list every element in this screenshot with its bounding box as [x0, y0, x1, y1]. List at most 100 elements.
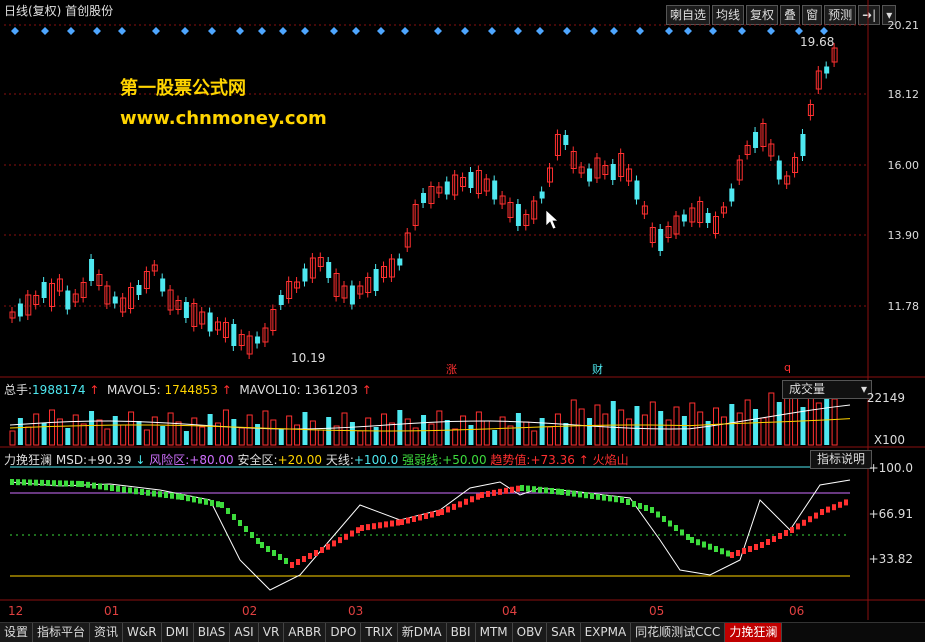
tab-wr[interactable]: W&R: [123, 623, 162, 642]
tab-vr[interactable]: VR: [258, 623, 285, 642]
trend-bar: [396, 519, 400, 526]
volume-bar: [341, 412, 348, 446]
signal-diamond: [536, 27, 544, 35]
volume-bar: [452, 428, 459, 446]
trend-bar: [384, 521, 388, 528]
trend-bar: [760, 542, 764, 548]
tab-trix[interactable]: TRIX: [361, 623, 398, 642]
event-marker-zhang[interactable]: 涨: [446, 361, 457, 377]
trend-bar: [92, 482, 96, 489]
tab-asi[interactable]: ASI: [230, 623, 259, 642]
tab-dmi[interactable]: DMI: [161, 623, 194, 642]
tab-liwankuanglan[interactable]: 力挽狂澜: [725, 623, 783, 642]
trend-bar: [204, 498, 208, 505]
volume-indicator-select[interactable]: 成交量 ▾: [782, 380, 872, 399]
candle-body: [444, 181, 450, 195]
trend-bar: [480, 492, 484, 498]
x-axis-label: 04: [502, 604, 518, 618]
volume-bar: [602, 413, 609, 446]
mavol10-label: MAVOL10:: [239, 383, 301, 397]
volume-bar: [554, 413, 561, 446]
tab-bbi[interactable]: BBI: [446, 623, 476, 642]
trend-bar: [116, 485, 120, 492]
tab-settings[interactable]: 设置: [0, 623, 34, 642]
trend-bar: [748, 546, 752, 552]
trend-bar: [458, 501, 462, 508]
signal-diamond: [258, 27, 266, 35]
tab-expma[interactable]: EXPMA: [580, 623, 632, 642]
trend-bar: [608, 495, 612, 502]
tab-news[interactable]: 资讯: [90, 623, 124, 642]
trend-bar: [578, 491, 582, 498]
signal-diamond: [563, 27, 571, 35]
trend-bar: [58, 480, 62, 487]
indicator-header: 力挽狂澜 MSD:+90.39 ↓ 风险区:+80.00 安全区:+20.00 …: [4, 453, 629, 467]
event-marker-q[interactable]: q: [784, 361, 791, 374]
volume-bar: [428, 423, 435, 446]
signal-diamond: [514, 27, 522, 35]
volume-bar: [373, 427, 379, 445]
trend-bar: [446, 506, 450, 513]
volume-bar: [673, 406, 680, 446]
trend-bar: [152, 490, 156, 497]
mavol10-line: [9, 418, 851, 432]
trend-bar: [412, 516, 416, 522]
volume-bar: [246, 414, 253, 446]
trend-bar: [644, 505, 648, 511]
signal-diamond: [665, 27, 673, 35]
low-label: 10.19: [291, 351, 326, 365]
indicator-explain-button[interactable]: 指标说明: [810, 450, 873, 469]
x-axis-label: 06: [789, 604, 805, 618]
x-axis-label: 05: [649, 604, 665, 618]
tab-dpo[interactable]: DPO: [326, 623, 362, 642]
trend-bar: [550, 488, 554, 494]
tab-mtm[interactable]: MTM: [475, 623, 513, 642]
volume-bar: [807, 393, 814, 446]
volume-bar: [25, 426, 32, 446]
tab-arbr[interactable]: ARBR: [284, 623, 327, 642]
trend-bar: [232, 514, 236, 520]
indicator-name: 力挽狂澜: [4, 453, 53, 467]
volume-bar: [515, 413, 521, 445]
volume-bar: [72, 414, 79, 446]
volume-bar: [33, 413, 40, 446]
trend-bar: [284, 558, 288, 564]
trend-bar: [308, 553, 312, 559]
event-marker-cai[interactable]: 财: [592, 361, 603, 377]
tab-sar[interactable]: SAR: [547, 623, 581, 642]
trend-bar: [736, 550, 740, 556]
trend-bar: [544, 487, 548, 494]
trend-bar: [320, 547, 324, 553]
trend-bar: [180, 494, 184, 500]
signal-diamond: [738, 27, 746, 35]
tab-indicator-platform[interactable]: 指标平台: [33, 623, 91, 642]
signal-diamond: [767, 27, 775, 35]
trend-bar: [796, 523, 800, 530]
price-tick: 16.00: [887, 159, 920, 172]
tab-new-dma[interactable]: 新DMA: [397, 623, 447, 642]
volume-bar: [531, 430, 538, 446]
trend-bar: [566, 489, 570, 496]
trend-bar: [602, 494, 606, 501]
volume-bar: [744, 399, 751, 446]
volume-axis-unit: X100: [873, 433, 905, 447]
trend-bar: [302, 556, 306, 562]
trend-bar: [260, 542, 264, 548]
volume-bar: [641, 414, 648, 446]
trend-bar: [192, 496, 196, 503]
indicator-axis: +100.0: [868, 461, 913, 475]
candle-body: [705, 213, 711, 223]
trend-bar: [332, 540, 336, 547]
volume-bar: [729, 404, 735, 445]
trend-value: +73.36: [530, 453, 575, 467]
trend-bar: [726, 550, 730, 557]
volume-bar: [238, 427, 245, 446]
tab-bias[interactable]: BIAS: [193, 623, 231, 642]
tab-obv[interactable]: OBV: [512, 623, 548, 642]
volume-bar: [776, 402, 782, 445]
trend-bar: [400, 519, 404, 525]
trend-bar: [820, 509, 824, 515]
trend-bar: [832, 504, 836, 511]
tab-test-ccc[interactable]: 同花顺测试CCC: [631, 623, 726, 642]
sky-value: +100.0: [353, 453, 399, 467]
